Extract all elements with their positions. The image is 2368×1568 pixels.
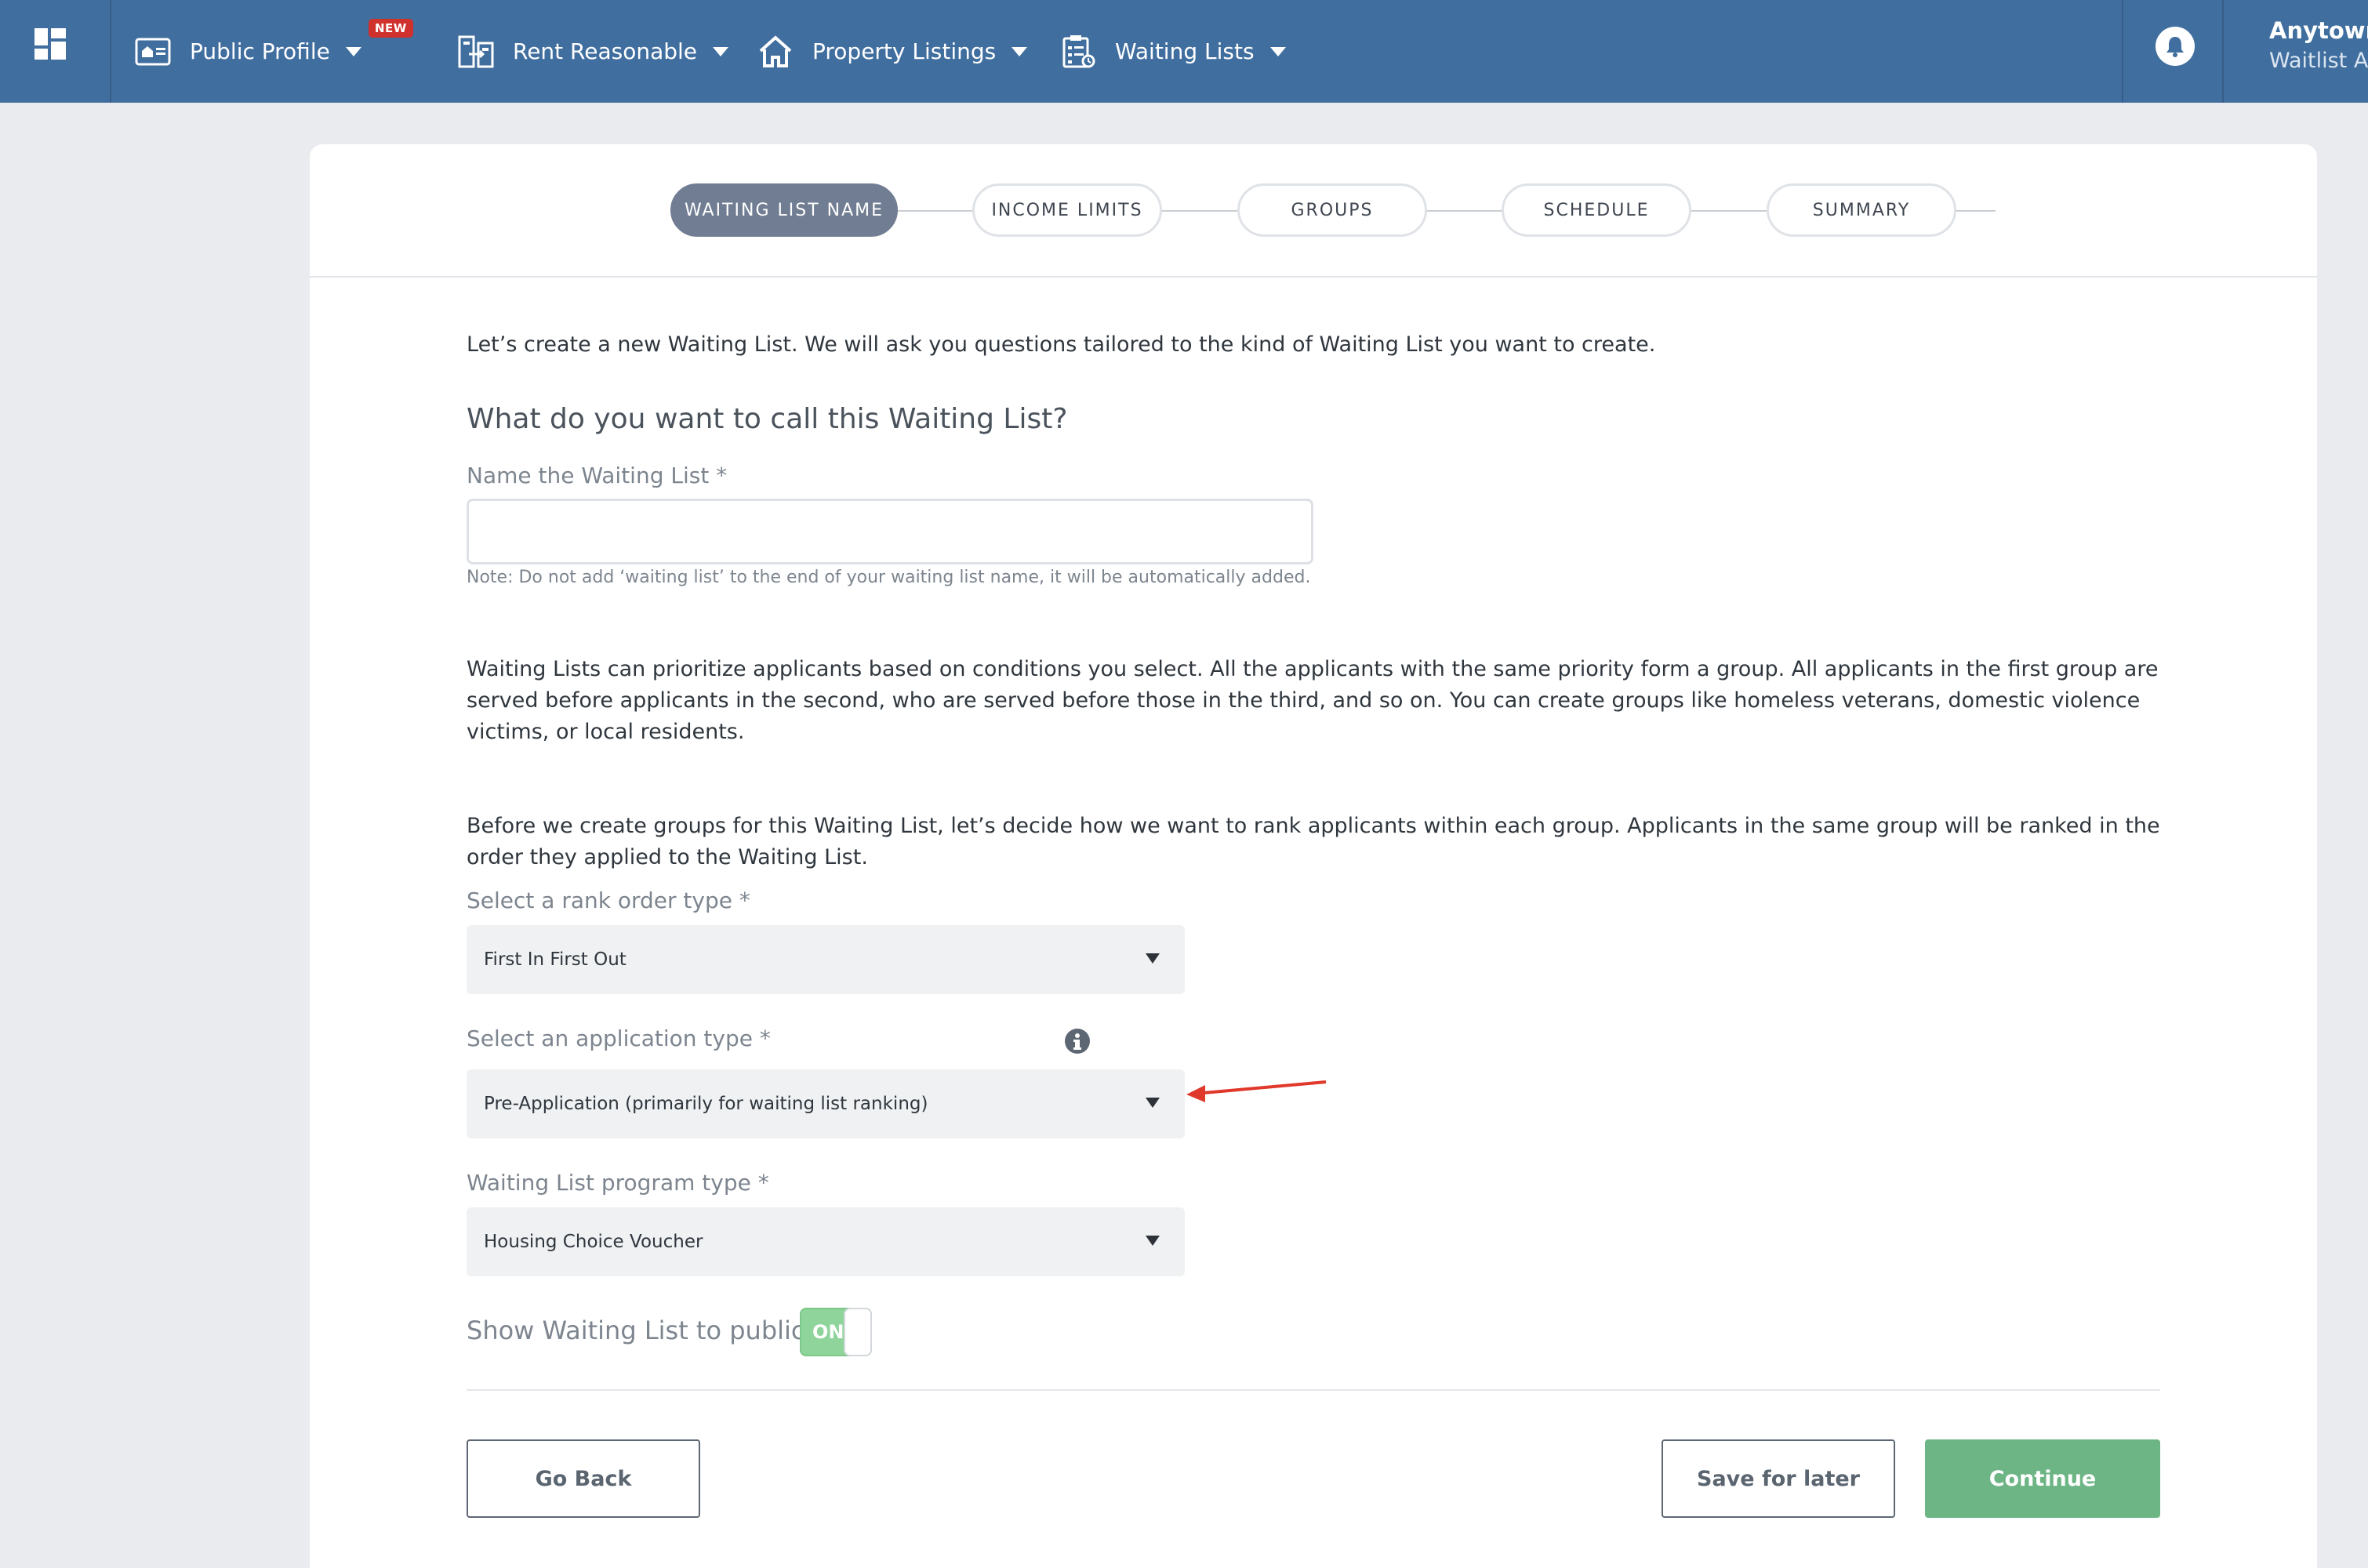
go-back-button[interactable]: Go Back <box>467 1439 700 1518</box>
nav-public-profile[interactable]: Public Profile <box>135 0 361 103</box>
waiting-list-name-input[interactable] <box>467 499 1313 564</box>
compare-buildings-icon <box>458 35 494 67</box>
chevron-down-icon <box>1269 46 1286 56</box>
chevron-down-icon <box>345 46 361 56</box>
new-badge: NEW <box>369 19 413 38</box>
user-role: Waitlist A <box>2269 49 2368 73</box>
continue-button[interactable]: Continue <box>1925 1439 2160 1518</box>
nav-public-profile-label: Public Profile <box>190 38 330 64</box>
dropdown-arrow-icon <box>1146 1236 1160 1246</box>
step-income-limits[interactable]: INCOME LIMITS <box>972 183 1162 237</box>
top-nav-bar: Public Profile NEW Rent Reasonable Prope… <box>0 0 2368 103</box>
intro-text: Let’s create a new Waiting List. We will… <box>467 332 1656 357</box>
nav-rent-reasonable-label: Rent Reasonable <box>513 38 698 64</box>
name-question-heading: What do you want to call this Waiting Li… <box>467 403 1068 435</box>
dropdown-arrow-icon <box>1146 1098 1160 1108</box>
wizard-stepper: WAITING LIST NAME INCOME LIMITS GROUPS S… <box>310 144 2317 278</box>
name-field-note: Note: Do not add ‘waiting list’ to the e… <box>467 568 1311 587</box>
save-for-later-button[interactable]: Save for later <box>1662 1439 1895 1518</box>
application-type-label: Select an application type * <box>467 1025 771 1051</box>
toggle-state-text: ON <box>812 1321 844 1343</box>
rank-order-value: First In First Out <box>484 949 627 970</box>
dropdown-arrow-icon <box>1146 953 1160 964</box>
name-field-label: Name the Waiting List * <box>467 463 728 488</box>
rank-order-select[interactable]: First In First Out <box>467 925 1185 994</box>
clipboard-list-icon <box>1062 34 1095 67</box>
show-public-label: Show Waiting List to public <box>467 1316 805 1345</box>
rank-explanation: Before we create groups for this Waiting… <box>467 814 2160 869</box>
application-type-select[interactable]: Pre-Application (primarily for waiting l… <box>467 1069 1185 1138</box>
program-type-label: Waiting List program type * <box>467 1170 769 1196</box>
profile-card-icon <box>135 38 171 65</box>
house-icon <box>759 34 792 67</box>
toggle-knob <box>844 1308 872 1356</box>
notifications-button[interactable] <box>2122 0 2224 103</box>
form-divider <box>467 1389 2160 1391</box>
groups-explanation: Waiting Lists can prioritize applicants … <box>467 657 2159 744</box>
user-name[interactable]: Anytown <box>2269 17 2368 44</box>
nav-waiting-lists[interactable]: Waiting Lists <box>1060 0 1286 103</box>
step-groups[interactable]: GROUPS <box>1237 183 1427 237</box>
chevron-down-icon <box>713 46 729 56</box>
program-type-select[interactable]: Housing Choice Voucher <box>467 1207 1185 1276</box>
step-schedule[interactable]: SCHEDULE <box>1502 183 1691 237</box>
show-public-toggle[interactable]: ON <box>800 1308 872 1356</box>
info-icon[interactable] <box>1065 1029 1090 1054</box>
dashboard-button[interactable] <box>0 0 111 103</box>
dashboard-grid-icon <box>35 28 66 60</box>
rank-order-label: Select a rank order type * <box>467 887 750 913</box>
chevron-down-icon <box>1011 46 1028 56</box>
bell-icon <box>2156 27 2195 66</box>
annotation-arrow-icon <box>1186 1080 1327 1102</box>
nav-waiting-lists-label: Waiting Lists <box>1115 38 1255 64</box>
nav-property-listings[interactable]: Property Listings <box>757 0 1028 103</box>
nav-property-listings-label: Property Listings <box>812 38 997 64</box>
wizard-card: WAITING LIST NAME INCOME LIMITS GROUPS S… <box>310 144 2317 1568</box>
program-type-value: Housing Choice Voucher <box>484 1232 703 1252</box>
application-type-value: Pre-Application (primarily for waiting l… <box>484 1094 928 1114</box>
step-waiting-list-name[interactable]: WAITING LIST NAME <box>670 183 898 237</box>
step-summary[interactable]: SUMMARY <box>1767 183 1956 237</box>
nav-rent-reasonable[interactable]: Rent Reasonable <box>458 0 729 103</box>
